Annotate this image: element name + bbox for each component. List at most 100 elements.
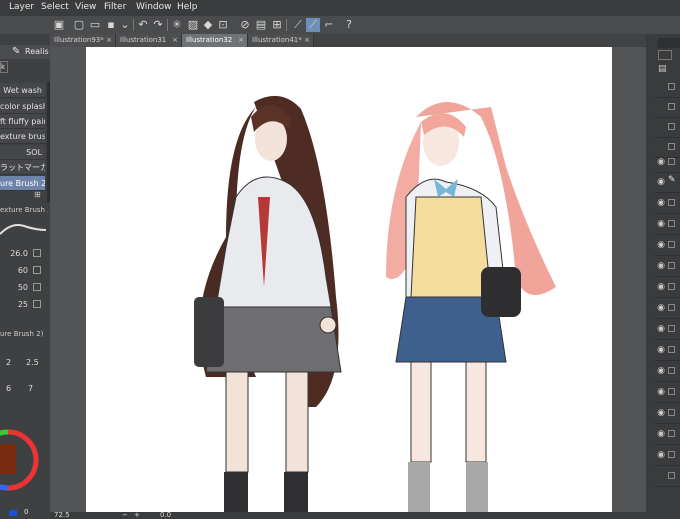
layer-checkbox[interactable] — [668, 388, 675, 395]
artboard[interactable] — [86, 47, 612, 512]
density-toggle[interactable] — [33, 283, 41, 291]
tab-illustration32[interactable]: Illustration32 × — [182, 34, 248, 47]
layer-row[interactable] — [654, 97, 680, 118]
pen-icon[interactable]: ⟋ — [306, 18, 320, 32]
size-preset[interactable]: 2 — [6, 358, 11, 367]
help-icon[interactable]: ? — [342, 18, 356, 32]
layer-checkbox[interactable] — [668, 346, 675, 353]
size-preset[interactable]: 2.5 — [26, 358, 39, 367]
close-icon[interactable]: × — [172, 34, 178, 47]
layer-checkbox[interactable] — [668, 325, 675, 332]
opacity-value[interactable]: 60 — [4, 266, 28, 275]
menu-help[interactable]: Help — [177, 2, 198, 12]
layer-row[interactable]: ◉ — [654, 193, 680, 214]
eye-icon[interactable]: ◉ — [656, 198, 666, 208]
transform-icon[interactable]: ⊡ — [216, 18, 230, 32]
layer-row[interactable]: ◉ — [654, 298, 680, 319]
brush-item[interactable]: ft fluffy paint — [0, 114, 45, 129]
eye-icon[interactable]: ◉ — [656, 177, 666, 187]
layer-checkbox[interactable] — [668, 158, 675, 165]
layer-row[interactable]: ◉ — [654, 235, 680, 256]
layer-row[interactable]: ◉ ✎ — [654, 172, 680, 193]
brush-item[interactable]: ラットマーカー — [0, 160, 45, 175]
layer-checkbox[interactable] — [668, 430, 675, 437]
close-icon[interactable]: × — [106, 34, 112, 47]
undo-icon[interactable]: ↶ — [136, 18, 150, 32]
size-preset[interactable]: 6 — [6, 384, 11, 393]
angle-value[interactable]: 0.0 — [160, 512, 171, 519]
layer-row[interactable] — [654, 77, 680, 98]
loading-icon[interactable]: ✳ — [170, 18, 184, 32]
layer-checkbox[interactable] — [668, 472, 675, 479]
layer-row[interactable]: ◉ — [654, 424, 680, 445]
selection-icon[interactable]: ⊘ — [238, 18, 252, 32]
zoom-out-icon[interactable]: − — [122, 512, 128, 519]
texture-value[interactable]: 25 — [4, 300, 28, 309]
brush-item[interactable]: color splash — [0, 99, 45, 114]
menu-filter[interactable]: Filter — [104, 2, 126, 12]
open-folder-icon[interactable]: ▭ — [88, 18, 102, 32]
layer-button[interactable] — [658, 50, 672, 60]
layer-checkbox[interactable] — [668, 123, 675, 130]
layer-checkbox[interactable] — [668, 367, 675, 374]
layer-checkbox[interactable] — [668, 199, 675, 206]
brush-item[interactable]: Wet wash — [0, 83, 45, 98]
layer-row[interactable]: ◉ — [654, 403, 680, 424]
eye-icon[interactable]: ◉ — [656, 387, 666, 397]
close-icon[interactable]: × — [304, 34, 310, 47]
layer-checkbox[interactable] — [668, 304, 675, 311]
layer-row[interactable]: ◉ — [654, 277, 680, 298]
eye-icon[interactable]: ◉ — [656, 366, 666, 376]
layer-checkbox[interactable] — [668, 283, 675, 290]
layer-row[interactable]: ◉ — [654, 361, 680, 382]
tab-illustration41[interactable]: Illustration41* × — [248, 34, 314, 47]
layer-row[interactable]: ◉ — [654, 340, 680, 361]
zoom-value[interactable]: 72.5 — [54, 512, 70, 519]
layer-checkbox[interactable] — [668, 83, 675, 90]
layer-checkbox[interactable] — [668, 241, 675, 248]
eye-icon[interactable]: ◉ — [656, 450, 666, 460]
size-toggle[interactable] — [33, 249, 41, 257]
fill-bucket-icon[interactable]: ◆ — [201, 18, 215, 32]
redo-icon[interactable]: ↷ — [151, 18, 165, 32]
layer-row[interactable]: ◉ — [654, 445, 680, 466]
eye-icon[interactable]: ◉ — [656, 429, 666, 439]
density-value[interactable]: 50 — [4, 283, 28, 292]
close-icon[interactable]: × — [238, 34, 244, 47]
size-preset[interactable]: 7 — [28, 384, 33, 393]
eye-icon[interactable]: ◉ — [656, 240, 666, 250]
deselect-icon[interactable]: ▤ — [254, 18, 268, 32]
layer-checkbox[interactable] — [668, 451, 675, 458]
menu-select[interactable]: Select — [41, 2, 69, 12]
layer-row[interactable]: ◉ — [654, 319, 680, 340]
layer-folder-icon[interactable]: ▤ — [658, 64, 672, 74]
layer-row[interactable]: ◉ — [654, 256, 680, 277]
eye-icon[interactable]: ◉ — [656, 219, 666, 229]
eye-icon[interactable]: ◉ — [656, 324, 666, 334]
layer-row[interactable] — [654, 466, 680, 487]
edit-icon[interactable]: ⌐ — [322, 18, 336, 32]
brush-item[interactable]: SOL — [0, 145, 45, 160]
eye-icon[interactable]: ◉ — [656, 303, 666, 313]
add-icon[interactable]: ⊞ — [34, 190, 48, 200]
zoom-in-icon[interactable]: + — [134, 512, 140, 519]
layer-checkbox[interactable] — [668, 409, 675, 416]
layer-row[interactable]: ◉ — [654, 214, 680, 235]
eye-icon[interactable]: ◉ — [656, 261, 666, 271]
layer-row[interactable] — [654, 117, 680, 138]
new-file-icon[interactable]: ▢ — [72, 18, 86, 32]
color-wheel[interactable] — [0, 420, 40, 500]
layer-row[interactable]: ◉ — [654, 382, 680, 403]
layer-checkbox[interactable] — [668, 103, 675, 110]
export-icon[interactable]: ⌄ — [118, 18, 132, 32]
clear-icon[interactable]: ▨ — [186, 18, 200, 32]
layer-checkbox[interactable] — [668, 262, 675, 269]
eye-icon[interactable]: ◉ — [656, 408, 666, 418]
eye-icon[interactable]: ◉ — [656, 157, 666, 167]
opacity-toggle[interactable] — [33, 266, 41, 274]
layer-checkbox[interactable] — [668, 143, 675, 150]
brush-item[interactable]: exture brush — [0, 129, 45, 144]
crop-icon[interactable]: ⊞ — [270, 18, 284, 32]
swatch-icon[interactable] — [9, 510, 17, 516]
texture-toggle[interactable] — [33, 300, 41, 308]
